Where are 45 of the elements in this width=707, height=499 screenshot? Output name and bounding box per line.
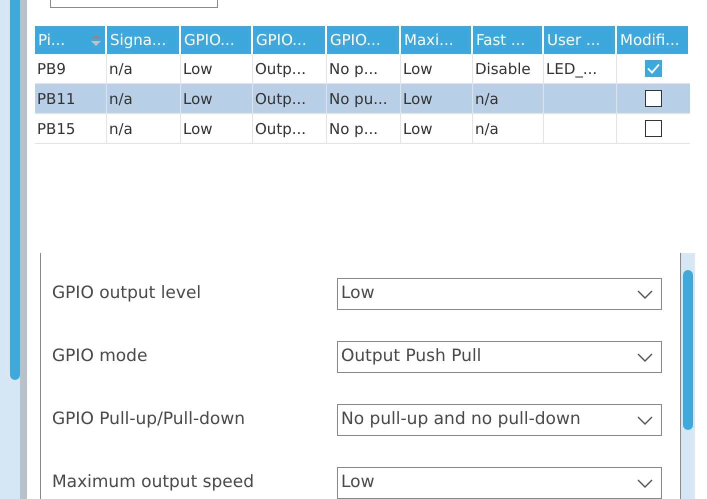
table-cell-text: n/a — [109, 58, 133, 80]
scrollbar-thumb[interactable] — [10, 0, 20, 380]
table-row[interactable]: PB11 n/a Low Outp... No pu... Low n/a — [35, 84, 690, 114]
table-cell-text: Low — [403, 118, 433, 140]
table-row[interactable]: PB9 n/a Low Outp... No p... Low Disable LED_... — [35, 54, 690, 84]
table-cell-text: Disable — [475, 58, 531, 80]
chevron-down-icon — [637, 416, 653, 424]
checkmark-icon — [647, 63, 660, 74]
table-cell-text: Low — [183, 58, 213, 80]
table-cell-text: Outp... — [255, 118, 306, 140]
scrollbar-track[interactable] — [680, 253, 695, 499]
chevron-down-icon — [637, 352, 653, 362]
chevron-down-icon — [637, 290, 653, 298]
scrollbar-track[interactable] — [0, 0, 20, 499]
table-cell-text: Outp... — [255, 58, 306, 80]
table-cell-text: Low — [403, 58, 433, 80]
setting-label: Maximum output speed — [52, 471, 255, 494]
table-cell-text: PB15 — [37, 118, 76, 140]
table-cell-text: n/a — [475, 118, 499, 140]
dropdown[interactable]: Low — [337, 467, 662, 499]
checkbox[interactable] — [645, 60, 662, 78]
table-cell-text: n/a — [109, 118, 133, 140]
setting-label: GPIO Pull-up/Pull-down — [52, 408, 246, 432]
checkbox[interactable] — [645, 120, 662, 138]
table-cell-text: PB9 — [37, 58, 66, 80]
table-cell-text: No p... — [329, 118, 378, 140]
table-cell-text: PB11 — [37, 88, 76, 110]
chevron-down-icon — [637, 478, 653, 488]
setting-label: GPIO output level — [52, 282, 202, 306]
table-cell-text: Outp... — [255, 88, 306, 110]
scrollbar-thumb[interactable] — [683, 270, 693, 430]
dropdown[interactable]: Low — [337, 278, 662, 310]
setting-label: GPIO mode — [52, 345, 148, 368]
table-cell-text: Low — [183, 118, 213, 140]
table-cell-text: LED_... — [546, 58, 598, 80]
checkbox[interactable] — [645, 90, 662, 108]
table-cell-text: n/a — [475, 88, 499, 110]
dropdown[interactable]: No pull-up and no pull-down — [337, 404, 662, 436]
table-cell-text: Low — [403, 88, 433, 110]
table-cell-text: No pu... — [329, 88, 388, 110]
table-cell-text: No p... — [329, 58, 378, 80]
table-cell-text: Low — [183, 88, 213, 110]
dropdown[interactable]: Output Push Pull — [337, 341, 662, 373]
table-cell-text: n/a — [109, 88, 133, 110]
search-field[interactable] — [50, 0, 218, 8]
